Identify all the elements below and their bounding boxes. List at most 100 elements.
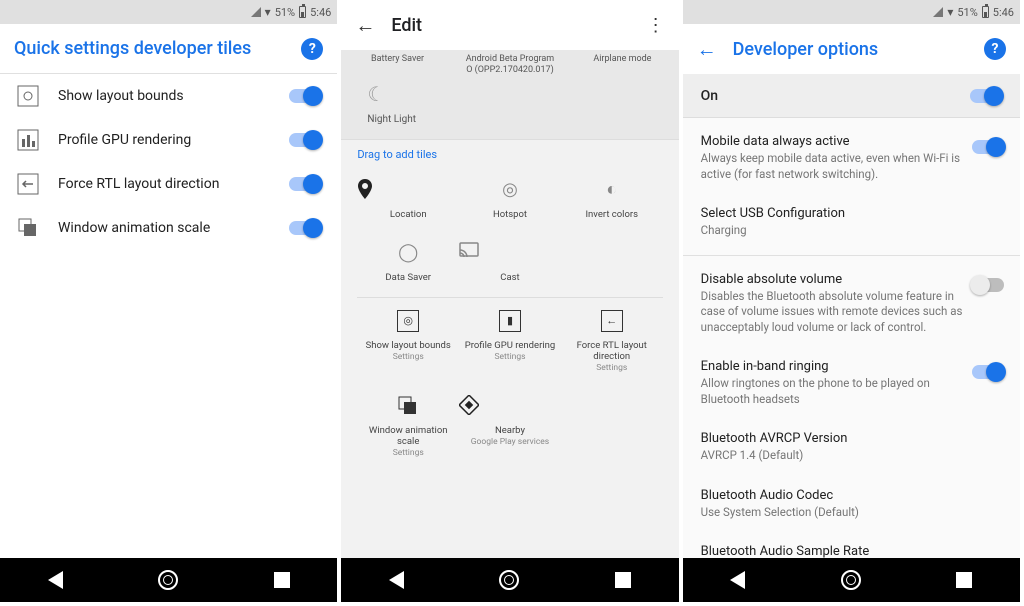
tile-show-layout-bounds[interactable]: Show layout bounds	[0, 74, 337, 118]
tile-show-layout-bounds[interactable]: ◎ Show layout bounds Settings	[357, 300, 459, 385]
option-bt-audio-sample-rate[interactable]: Bluetooth Audio Sample Rate Use System S…	[683, 532, 1020, 558]
rtl-icon: ←	[601, 310, 623, 332]
nav-back-button[interactable]	[730, 571, 745, 589]
nav-home-button[interactable]	[841, 570, 861, 590]
battery-percent: 51%	[957, 6, 977, 19]
master-switch[interactable]	[970, 89, 1002, 103]
tile-night-light[interactable]: ☾ Night Light	[341, 76, 678, 139]
toggle-switch[interactable]	[289, 133, 321, 147]
toggle-switch[interactable]	[972, 365, 1004, 379]
nav-recent-button[interactable]	[274, 572, 290, 588]
nav-recent-button[interactable]	[956, 572, 972, 588]
dev-options-content: On Mobile data always active Always keep…	[683, 74, 1020, 558]
tile-force-rtl[interactable]: ← Force RTL layout direction Settings	[561, 300, 663, 385]
tile-force-rtl[interactable]: Force RTL layout direction	[0, 162, 337, 206]
titlebar: ← Edit ⋮	[341, 0, 678, 50]
nav-bar	[0, 558, 337, 602]
back-arrow-icon[interactable]: ←	[697, 37, 717, 62]
wifi-icon: ▾	[265, 5, 271, 19]
toggle-switch[interactable]	[289, 177, 321, 191]
tile-profile-gpu[interactable]: Profile GPU rendering	[0, 118, 337, 162]
option-bt-audio-codec[interactable]: Bluetooth Audio Codec Use System Selecti…	[683, 476, 1020, 533]
drag-section: Drag to add tiles Location ◎ Hotspot ◐ I…	[341, 139, 678, 558]
page-title: Edit	[391, 15, 422, 36]
layout-bounds-icon	[16, 84, 40, 108]
tile-label: Night Light	[367, 114, 678, 125]
option-mobile-data-always-active[interactable]: Mobile data always active Always keep mo…	[683, 122, 1020, 194]
clock: 5:46	[310, 6, 331, 19]
titlebar: ← Developer options ?	[683, 24, 1020, 74]
tile-data-saver[interactable]: ◯ Data Saver	[357, 232, 459, 295]
signal-icon	[933, 7, 943, 17]
nav-back-button[interactable]	[389, 571, 404, 589]
tile-hotspot[interactable]: ◎ Hotspot	[459, 169, 561, 232]
toggle-switch[interactable]	[972, 140, 1004, 154]
location-pin-icon	[357, 179, 459, 201]
page-title: Quick settings developer tiles	[14, 38, 251, 59]
phone-developer-options: ▾ 51% 5:46 ← Developer options ? On Mobi…	[683, 0, 1020, 602]
tile-location[interactable]: Location	[357, 169, 459, 232]
moon-icon: ☾	[367, 82, 678, 106]
on-label: On	[701, 88, 718, 104]
nav-back-button[interactable]	[48, 571, 63, 589]
master-toggle-row[interactable]: On	[683, 74, 1020, 118]
option-disable-absolute-volume[interactable]: Disable absolute volume Disables the Blu…	[683, 260, 1020, 348]
tile-invert-colors[interactable]: ◐ Invert colors	[561, 169, 663, 232]
tile-profile-gpu[interactable]: ▮ Profile GPU rendering Settings	[459, 300, 561, 385]
nearby-icon	[459, 395, 561, 417]
tile-label: Profile GPU rendering	[58, 132, 289, 148]
wifi-icon: ▾	[947, 5, 953, 19]
toggle-switch[interactable]	[972, 278, 1004, 292]
gpu-icon	[16, 128, 40, 152]
options-list: Mobile data always active Always keep mo…	[683, 118, 1020, 558]
invert-colors-icon: ◐	[561, 179, 663, 201]
edit-content: Battery Saver Android Beta Program O (OP…	[341, 50, 678, 558]
rtl-icon	[16, 172, 40, 196]
tiles-list: Show layout bounds Profile GPU rendering…	[0, 74, 337, 558]
animation-icon	[397, 395, 419, 417]
tile-label: Force RTL layout direction	[58, 176, 289, 192]
separator	[683, 255, 1020, 256]
animation-icon	[16, 216, 40, 240]
toggle-switch[interactable]	[289, 221, 321, 235]
tile-label: Window animation scale	[58, 220, 289, 236]
tile-window-animation[interactable]: Window animation scale Settings	[357, 385, 459, 470]
gpu-icon: ▮	[499, 310, 521, 332]
option-select-usb-config[interactable]: Select USB Configuration Charging	[683, 194, 1020, 251]
tile-battery-saver[interactable]: Battery Saver	[353, 54, 443, 76]
titlebar: Quick settings developer tiles ?	[0, 24, 337, 74]
status-bar: ▾ 51% 5:46	[0, 0, 337, 24]
clock: 5:46	[993, 6, 1014, 19]
battery-icon	[982, 6, 989, 18]
help-icon[interactable]: ?	[984, 38, 1006, 60]
nav-bar	[341, 558, 678, 602]
tile-label: Show layout bounds	[58, 88, 289, 104]
battery-icon	[299, 6, 306, 18]
data-saver-icon: ◯	[357, 242, 459, 264]
phone-quick-settings: ▾ 51% 5:46 Quick settings developer tile…	[0, 0, 337, 602]
help-icon[interactable]: ?	[301, 38, 323, 60]
tile-window-animation[interactable]: Window animation scale	[0, 206, 337, 250]
drag-header: Drag to add tiles	[357, 148, 662, 161]
nav-bar	[683, 558, 1020, 602]
layout-bounds-icon: ◎	[397, 310, 419, 332]
tile-cast[interactable]: Cast	[459, 232, 561, 295]
toggle-switch[interactable]	[289, 89, 321, 103]
option-bt-avrcp-version[interactable]: Bluetooth AVRCP Version AVRCP 1.4 (Defau…	[683, 419, 1020, 476]
tile-airplane-mode[interactable]: Airplane mode	[577, 54, 667, 76]
active-tiles-row: Battery Saver Android Beta Program O (OP…	[341, 50, 678, 76]
cast-icon	[459, 242, 561, 264]
phone-qs-edit: ← Edit ⋮ Battery Saver Android Beta Prog…	[341, 0, 678, 602]
tile-nearby[interactable]: Nearby Google Play services	[459, 385, 561, 470]
battery-percent: 51%	[275, 6, 295, 19]
page-title: Developer options	[733, 39, 879, 60]
nav-home-button[interactable]	[158, 570, 178, 590]
nav-recent-button[interactable]	[615, 572, 631, 588]
option-enable-inband-ringing[interactable]: Enable in-band ringing Allow ringtones o…	[683, 347, 1020, 419]
tile-android-beta[interactable]: Android Beta Program O (OPP2.170420.017)	[465, 54, 555, 76]
nav-home-button[interactable]	[499, 570, 519, 590]
back-arrow-icon[interactable]: ←	[355, 13, 375, 38]
signal-icon	[251, 7, 261, 17]
hotspot-icon: ◎	[459, 179, 561, 201]
overflow-menu-icon[interactable]: ⋮	[647, 15, 665, 36]
